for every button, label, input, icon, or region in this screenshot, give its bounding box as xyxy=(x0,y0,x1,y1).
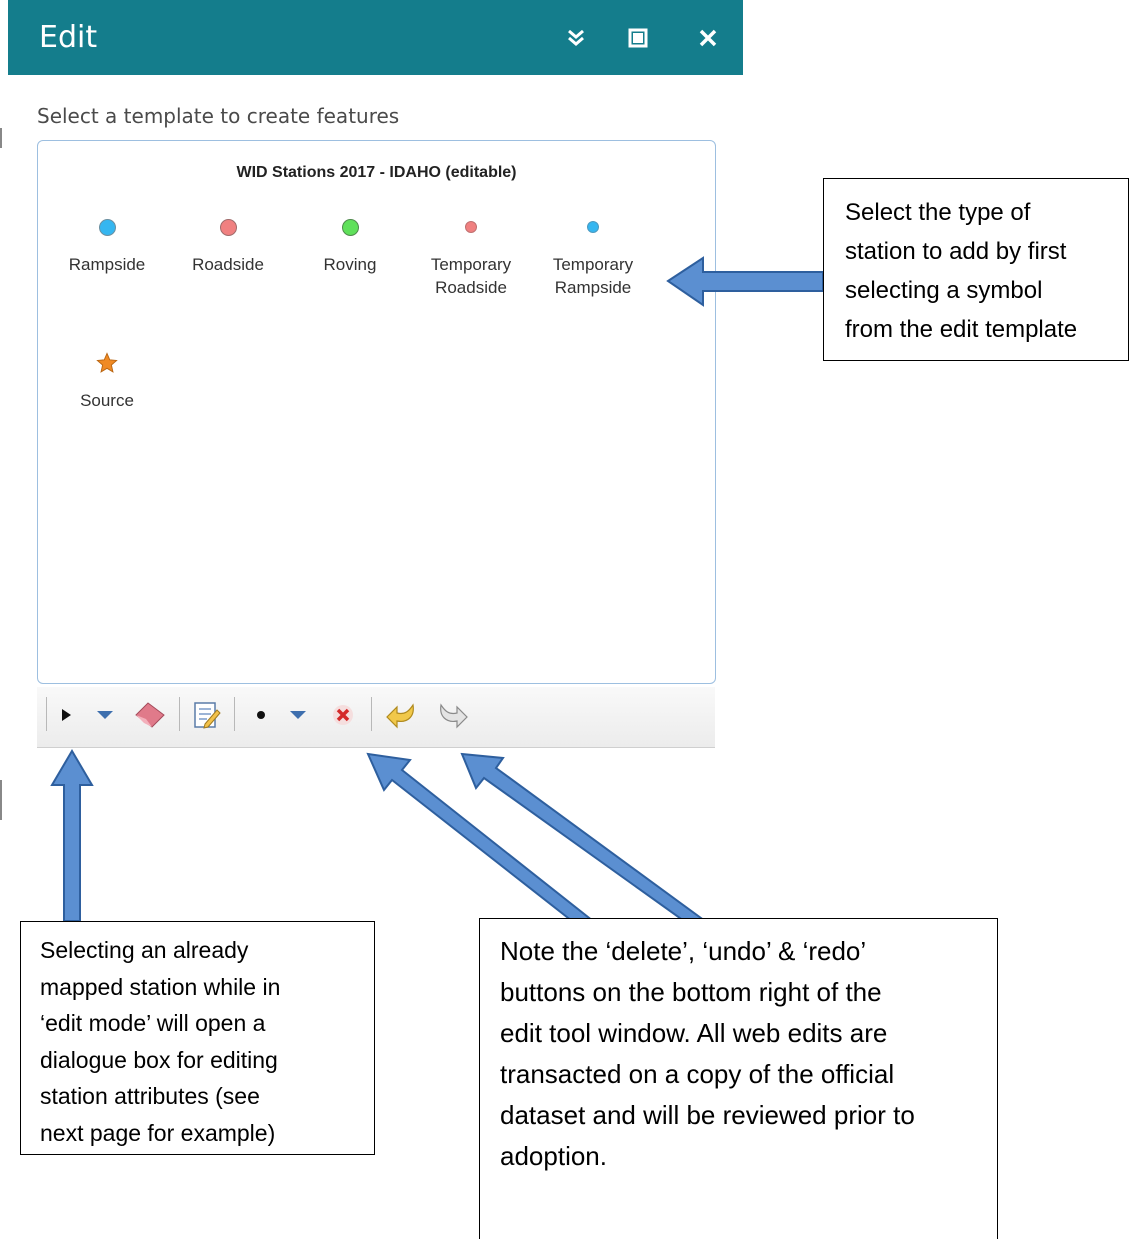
callout-text: Note the ‘delete’, ‘undo’ & ‘redo’ butto… xyxy=(500,936,915,1171)
arrow-up-select-tool xyxy=(50,749,94,922)
arrow-right-callout xyxy=(666,256,824,307)
callout-template-instructions: Select the type of station to add by fir… xyxy=(823,178,1129,361)
callout-select-station: Selecting an already mapped station whil… xyxy=(20,921,375,1155)
callout-text: Select the type of station to add by fir… xyxy=(845,199,1078,343)
callout-text: Selecting an already mapped station whil… xyxy=(40,937,281,1146)
callout-delete-undo-redo: Note the ‘delete’, ‘undo’ & ‘redo’ butto… xyxy=(479,918,998,1239)
arrow-to-redo xyxy=(460,752,709,922)
